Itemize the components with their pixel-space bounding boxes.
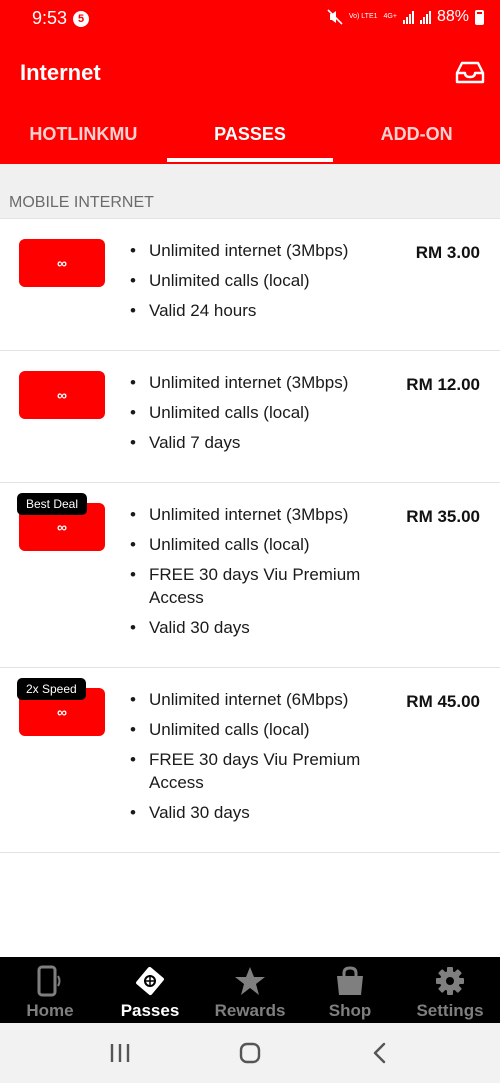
section-header: MOBILE INTERNET xyxy=(0,164,500,219)
pass-feature: Unlimited internet (3Mbps) xyxy=(130,371,380,394)
pass-feature: Valid 30 days xyxy=(130,801,380,824)
pass-features: Unlimited internet (6Mbps) Unlimited cal… xyxy=(130,688,380,831)
system-nav-bar xyxy=(0,1023,500,1083)
pass-item[interactable]: 2x Speed ∞ Unlimited internet (6Mbps) Un… xyxy=(0,668,500,853)
battery-percent: 88% xyxy=(436,8,469,25)
nav-rewards-label: Rewards xyxy=(214,1001,286,1020)
network-label: Vo) LTE1 xyxy=(348,13,378,20)
status-indicators: Vo) LTE1 4G+ 88% xyxy=(327,8,484,26)
section-title: MOBILE INTERNET xyxy=(9,194,154,211)
gear-icon xyxy=(436,967,464,995)
back-icon[interactable] xyxy=(366,1040,394,1066)
status-bar: 9:53 5 Vo) LTE1 4G+ 88% xyxy=(0,0,500,40)
tab-add-on[interactable]: ADD-ON xyxy=(333,114,500,164)
pass-price: RM 35.00 xyxy=(406,507,480,526)
pass-icon: ∞ xyxy=(19,371,105,419)
best-deal-badge: Best Deal xyxy=(17,493,88,515)
notification-count-badge: 5 xyxy=(73,11,89,27)
pass-features: Unlimited internet (3Mbps) Unlimited cal… xyxy=(130,503,380,646)
pass-ticket-icon xyxy=(136,966,164,996)
signal-icon-2 xyxy=(419,10,431,24)
pass-features: Unlimited internet (3Mbps) Unlimited cal… xyxy=(130,371,380,461)
pass-feature: Unlimited internet (3Mbps) xyxy=(130,503,380,526)
tab-passes[interactable]: PASSES xyxy=(166,114,334,164)
speed-badge: 2x Speed xyxy=(17,678,86,700)
network-label-2: 4G+ xyxy=(383,13,397,20)
nav-home-label: Home xyxy=(26,1001,74,1020)
pass-features: Unlimited internet (3Mbps) Unlimited cal… xyxy=(130,239,380,329)
star-icon xyxy=(235,967,265,995)
bottom-nav: Home Passes Rewards Shop Settings xyxy=(0,957,500,1023)
pass-feature: Unlimited calls (local) xyxy=(130,718,380,741)
shopping-bag-icon xyxy=(337,966,363,995)
phone-icon xyxy=(37,965,61,997)
pass-feature: Unlimited internet (3Mbps) xyxy=(130,239,380,262)
mute-icon xyxy=(327,9,343,25)
pass-item[interactable]: ∞ Unlimited internet (3Mbps) Unlimited c… xyxy=(0,351,500,483)
nav-shop[interactable]: Shop xyxy=(300,957,400,1023)
pass-feature: FREE 30 days Viu Premium Access xyxy=(130,563,380,609)
nav-home[interactable]: Home xyxy=(0,957,100,1023)
pass-feature: FREE 30 days Viu Premium Access xyxy=(130,748,380,794)
nav-passes[interactable]: Passes xyxy=(100,957,200,1023)
pass-feature: Unlimited calls (local) xyxy=(130,269,380,292)
recent-apps-icon[interactable] xyxy=(106,1040,134,1066)
pass-feature: Valid 30 days xyxy=(130,616,380,639)
pass-price: RM 3.00 xyxy=(415,243,480,262)
pass-price: RM 12.00 xyxy=(406,375,480,394)
nav-passes-label: Passes xyxy=(120,1001,180,1020)
pass-feature: Valid 7 days xyxy=(130,431,380,454)
pass-feature: Unlimited internet (6Mbps) xyxy=(130,688,380,711)
nav-shop-label: Shop xyxy=(328,1001,372,1020)
inbox-icon[interactable] xyxy=(454,56,486,88)
pass-item[interactable]: ∞ Unlimited internet (3Mbps) Unlimited c… xyxy=(0,219,500,351)
pass-list: ∞ Unlimited internet (3Mbps) Unlimited c… xyxy=(0,219,500,853)
pass-price: RM 45.00 xyxy=(406,692,480,711)
battery-icon xyxy=(475,9,484,25)
signal-icon xyxy=(402,10,414,24)
nav-rewards[interactable]: Rewards xyxy=(200,957,300,1023)
pass-feature: Unlimited calls (local) xyxy=(130,533,380,556)
app-bar: Internet HOTLINKMU PASSES ADD-ON xyxy=(0,40,500,164)
pass-feature: Valid 24 hours xyxy=(130,299,380,322)
pass-feature: Unlimited calls (local) xyxy=(130,401,380,424)
home-icon[interactable] xyxy=(236,1040,264,1066)
tab-bar: HOTLINKMU PASSES ADD-ON xyxy=(0,114,500,164)
nav-settings-label: Settings xyxy=(416,1001,484,1020)
tab-hotlinkmu[interactable]: HOTLINKMU xyxy=(0,114,167,164)
pass-icon: ∞ xyxy=(19,239,105,287)
status-time: 9:53 xyxy=(32,8,68,28)
nav-settings[interactable]: Settings xyxy=(400,957,500,1023)
pass-item[interactable]: Best Deal ∞ Unlimited internet (3Mbps) U… xyxy=(0,483,500,668)
page-title: Internet xyxy=(20,60,101,85)
